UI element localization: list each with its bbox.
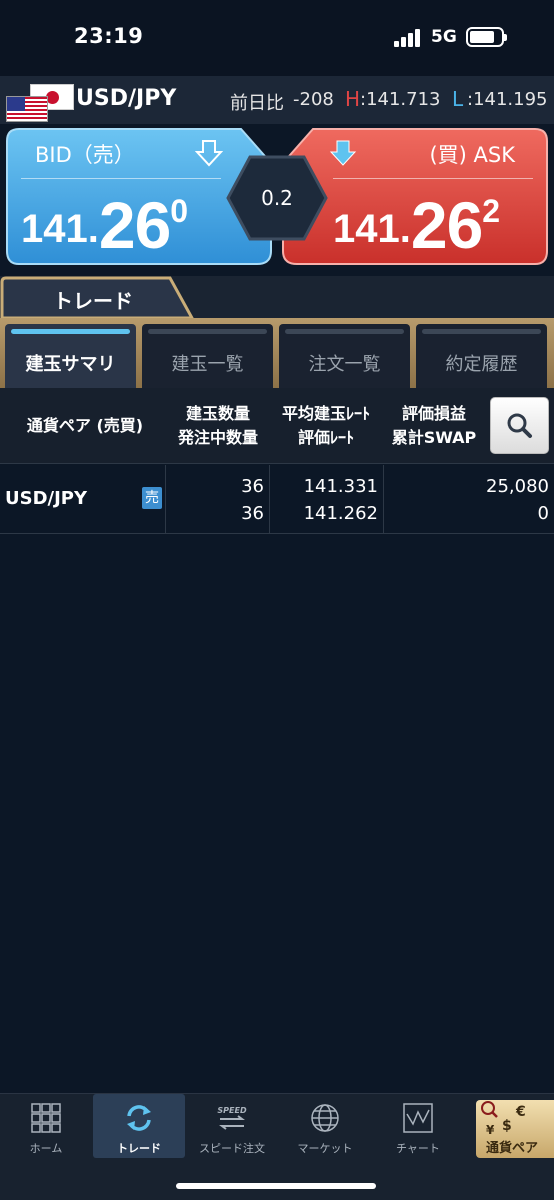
tab-label: 注文一覧 (308, 354, 381, 375)
table-row[interactable]: USD/JPY 売 36 36 141.331 141.262 25,080 0 (0, 465, 554, 534)
tab-indicator (285, 329, 404, 334)
column-pl-line2: 累計SWAP (391, 428, 477, 447)
change-value: -208 (293, 89, 334, 110)
speed-icon-text: SPEED (217, 1106, 247, 1115)
speed-order-icon: SPEED (217, 1106, 247, 1130)
svg-text:$: $ (502, 1118, 512, 1134)
tab-label: 建玉サマリ (25, 354, 116, 375)
battery-icon (466, 27, 507, 47)
tab-indicator (422, 329, 541, 334)
order-qty: 36 (241, 503, 264, 524)
ask-label: (買) ASK (429, 143, 515, 167)
spread-badge: 0.2 (226, 155, 328, 241)
trade-tab[interactable]: トレード (0, 276, 195, 320)
column-rate-line2: 評価ﾚｰﾄ (297, 428, 354, 447)
globe-icon (311, 1104, 339, 1132)
high-label: H (345, 87, 361, 111)
cell-divider (269, 465, 270, 534)
pair-header[interactable]: USD/JPY 前日比 -208 H :141.713 L :141.195 (0, 76, 554, 124)
tab-label: 約定履歴 (445, 354, 518, 375)
column-pair: 通貨ペア (売買) (26, 416, 144, 435)
change-label: 前日比 (230, 93, 284, 114)
ask-price-fraction: 2 (482, 193, 501, 229)
row-pair: USD/JPY (5, 488, 88, 509)
signal-icon (394, 29, 422, 47)
bid-price-pips: 26 (98, 188, 171, 262)
nav-chart[interactable]: チャート (372, 1094, 464, 1158)
search-icon (507, 413, 532, 438)
quote-area: BID（売） 141.260 (買) ASK 141.262 0.2 (0, 124, 554, 276)
tab-position-list[interactable]: 建玉一覧 (142, 324, 273, 388)
nav-home[interactable]: ホーム (0, 1094, 92, 1158)
tab-indicator (11, 329, 130, 334)
column-rate-line1: 平均建玉ﾚｰﾄ (281, 404, 370, 423)
status-bar: 23:19 5G (0, 0, 554, 76)
pair-name: USD/JPY (76, 86, 177, 111)
ask-price: 141.262 (333, 187, 500, 263)
table-header: 通貨ペア (売買) 建玉数量 発注中数量 平均建玉ﾚｰﾄ 評価ﾚｰﾄ 評価損益 … (0, 388, 554, 464)
network-label: 5G (431, 27, 457, 47)
us-flag-icon (6, 96, 48, 122)
exchange-arrows-icon (127, 1105, 151, 1131)
nav-label: トレード (117, 1142, 161, 1155)
tab-label: 建玉一覧 (171, 354, 244, 375)
tab-position-summary[interactable]: 建玉サマリ (5, 324, 136, 388)
cell-divider (165, 465, 166, 534)
spread-value: 0.2 (261, 186, 293, 210)
chart-icon (403, 1103, 433, 1133)
column-qty-line1: 建玉数量 (185, 404, 250, 423)
nav-label: ホーム (29, 1142, 63, 1155)
tab-execution-history[interactable]: 約定履歴 (416, 324, 547, 388)
trade-tab-strip: トレード (0, 276, 554, 320)
arrow-down-icon (329, 140, 357, 166)
nav-label: スピード注文 (199, 1142, 265, 1155)
ask-price-pips: 26 (410, 188, 483, 262)
nav-trade[interactable]: トレード (93, 1094, 185, 1158)
currency-flags-icon (6, 84, 74, 122)
position-qty: 36 (241, 476, 264, 497)
high-value: :141.713 (360, 89, 441, 110)
arrow-down-outline-icon (195, 140, 223, 167)
nav-currency-pairs[interactable]: € ¥ $ 通貨ペア (476, 1100, 554, 1158)
low-value: :141.195 (467, 89, 548, 110)
bid-label: BID（売） (35, 143, 135, 167)
profit-loss: 25,080 (486, 476, 549, 497)
cell-divider (383, 465, 384, 534)
nav-speed-order[interactable]: SPEED スピード注文 (186, 1094, 278, 1158)
svg-text:¥: ¥ (486, 1123, 495, 1137)
nav-label: チャート (396, 1142, 440, 1155)
ask-divider (333, 178, 533, 179)
column-pl-line1: 評価損益 (401, 404, 466, 423)
tab-indicator (148, 329, 267, 334)
nav-label: マーケット (297, 1142, 353, 1155)
nav-market[interactable]: マーケット (279, 1094, 371, 1158)
bid-divider (21, 178, 221, 179)
status-time: 23:19 (74, 24, 144, 48)
column-qty-line2: 発注中数量 (177, 428, 258, 447)
svg-text:€: € (515, 1104, 526, 1120)
bid-price-main: 141. (21, 207, 99, 251)
home-indicator (176, 1183, 376, 1189)
trade-tab-label: トレード (53, 289, 133, 313)
evaluation-rate: 141.262 (303, 503, 378, 524)
search-button[interactable] (490, 397, 549, 454)
tab-order-list[interactable]: 注文一覧 (279, 324, 410, 388)
bid-price-fraction: 0 (170, 193, 189, 229)
low-label: L (452, 87, 464, 111)
currency-symbols-icon: € ¥ $ (481, 1101, 526, 1137)
subtab-bar: 建玉サマリ 建玉一覧 注文一覧 約定履歴 (0, 318, 554, 388)
sell-badge: 売 (142, 487, 162, 509)
bid-price: 141.260 (21, 187, 188, 263)
average-rate: 141.331 (303, 476, 378, 497)
cumulative-swap: 0 (537, 503, 549, 524)
nav-label: 通貨ペア (486, 1141, 539, 1156)
ask-price-main: 141. (333, 207, 411, 251)
grid-icon (31, 1103, 61, 1133)
